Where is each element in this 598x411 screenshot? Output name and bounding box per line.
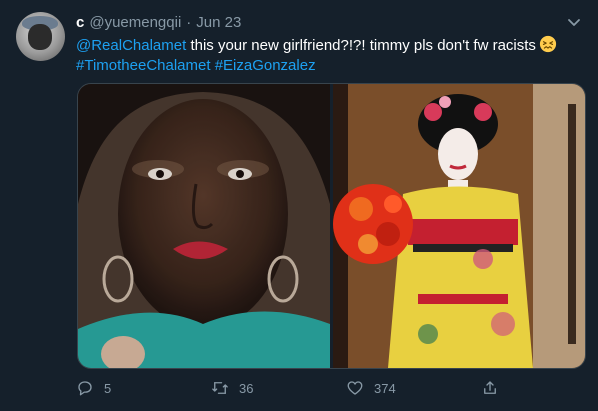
reply-button[interactable]: 5 bbox=[76, 376, 111, 400]
hashtag-link[interactable]: #TimotheeChalamet bbox=[76, 57, 211, 74]
share-icon bbox=[484, 381, 496, 394]
retweet-icon bbox=[212, 382, 228, 394]
tweet[interactable]: c @yuemengqii · Jun 23 @RealChalamet thi… bbox=[0, 0, 598, 411]
media-image-right[interactable] bbox=[333, 84, 585, 368]
tweet-date[interactable]: Jun 23 bbox=[196, 14, 241, 31]
avatar-face bbox=[28, 24, 52, 50]
media-image-left[interactable] bbox=[78, 84, 330, 368]
retweet-button[interactable]: 36 bbox=[211, 376, 253, 400]
chevron-down-icon[interactable] bbox=[566, 14, 582, 30]
tweet-body: this your new girlfriend?!?! timmy pls d… bbox=[186, 37, 536, 54]
user-handle[interactable]: @yuemengqii bbox=[89, 14, 181, 31]
right-photo-illustration bbox=[333, 84, 585, 368]
separator-dot: · bbox=[186, 13, 192, 31]
heart-icon bbox=[347, 381, 363, 395]
retweet-count: 36 bbox=[239, 380, 254, 396]
confounded-face-icon bbox=[539, 35, 557, 53]
like-button[interactable]: 374 bbox=[346, 376, 396, 400]
avatar[interactable] bbox=[16, 12, 65, 61]
media-grid[interactable] bbox=[77, 83, 586, 369]
left-photo-illustration bbox=[78, 84, 330, 368]
tweet-header: c @yuemengqii · Jun 23 bbox=[76, 12, 241, 32]
like-count: 374 bbox=[374, 380, 396, 396]
tweet-actions: 5 36 374 bbox=[76, 376, 506, 400]
mention-link[interactable]: @RealChalamet bbox=[76, 37, 186, 54]
tweet-text: @RealChalamet this your new girlfriend?!… bbox=[76, 35, 586, 76]
reply-count: 5 bbox=[104, 380, 112, 396]
reply-icon bbox=[78, 381, 92, 396]
hashtag-link[interactable]: #EizaGonzalez bbox=[215, 57, 316, 74]
display-name[interactable]: c bbox=[76, 14, 84, 31]
share-button[interactable] bbox=[481, 376, 509, 400]
